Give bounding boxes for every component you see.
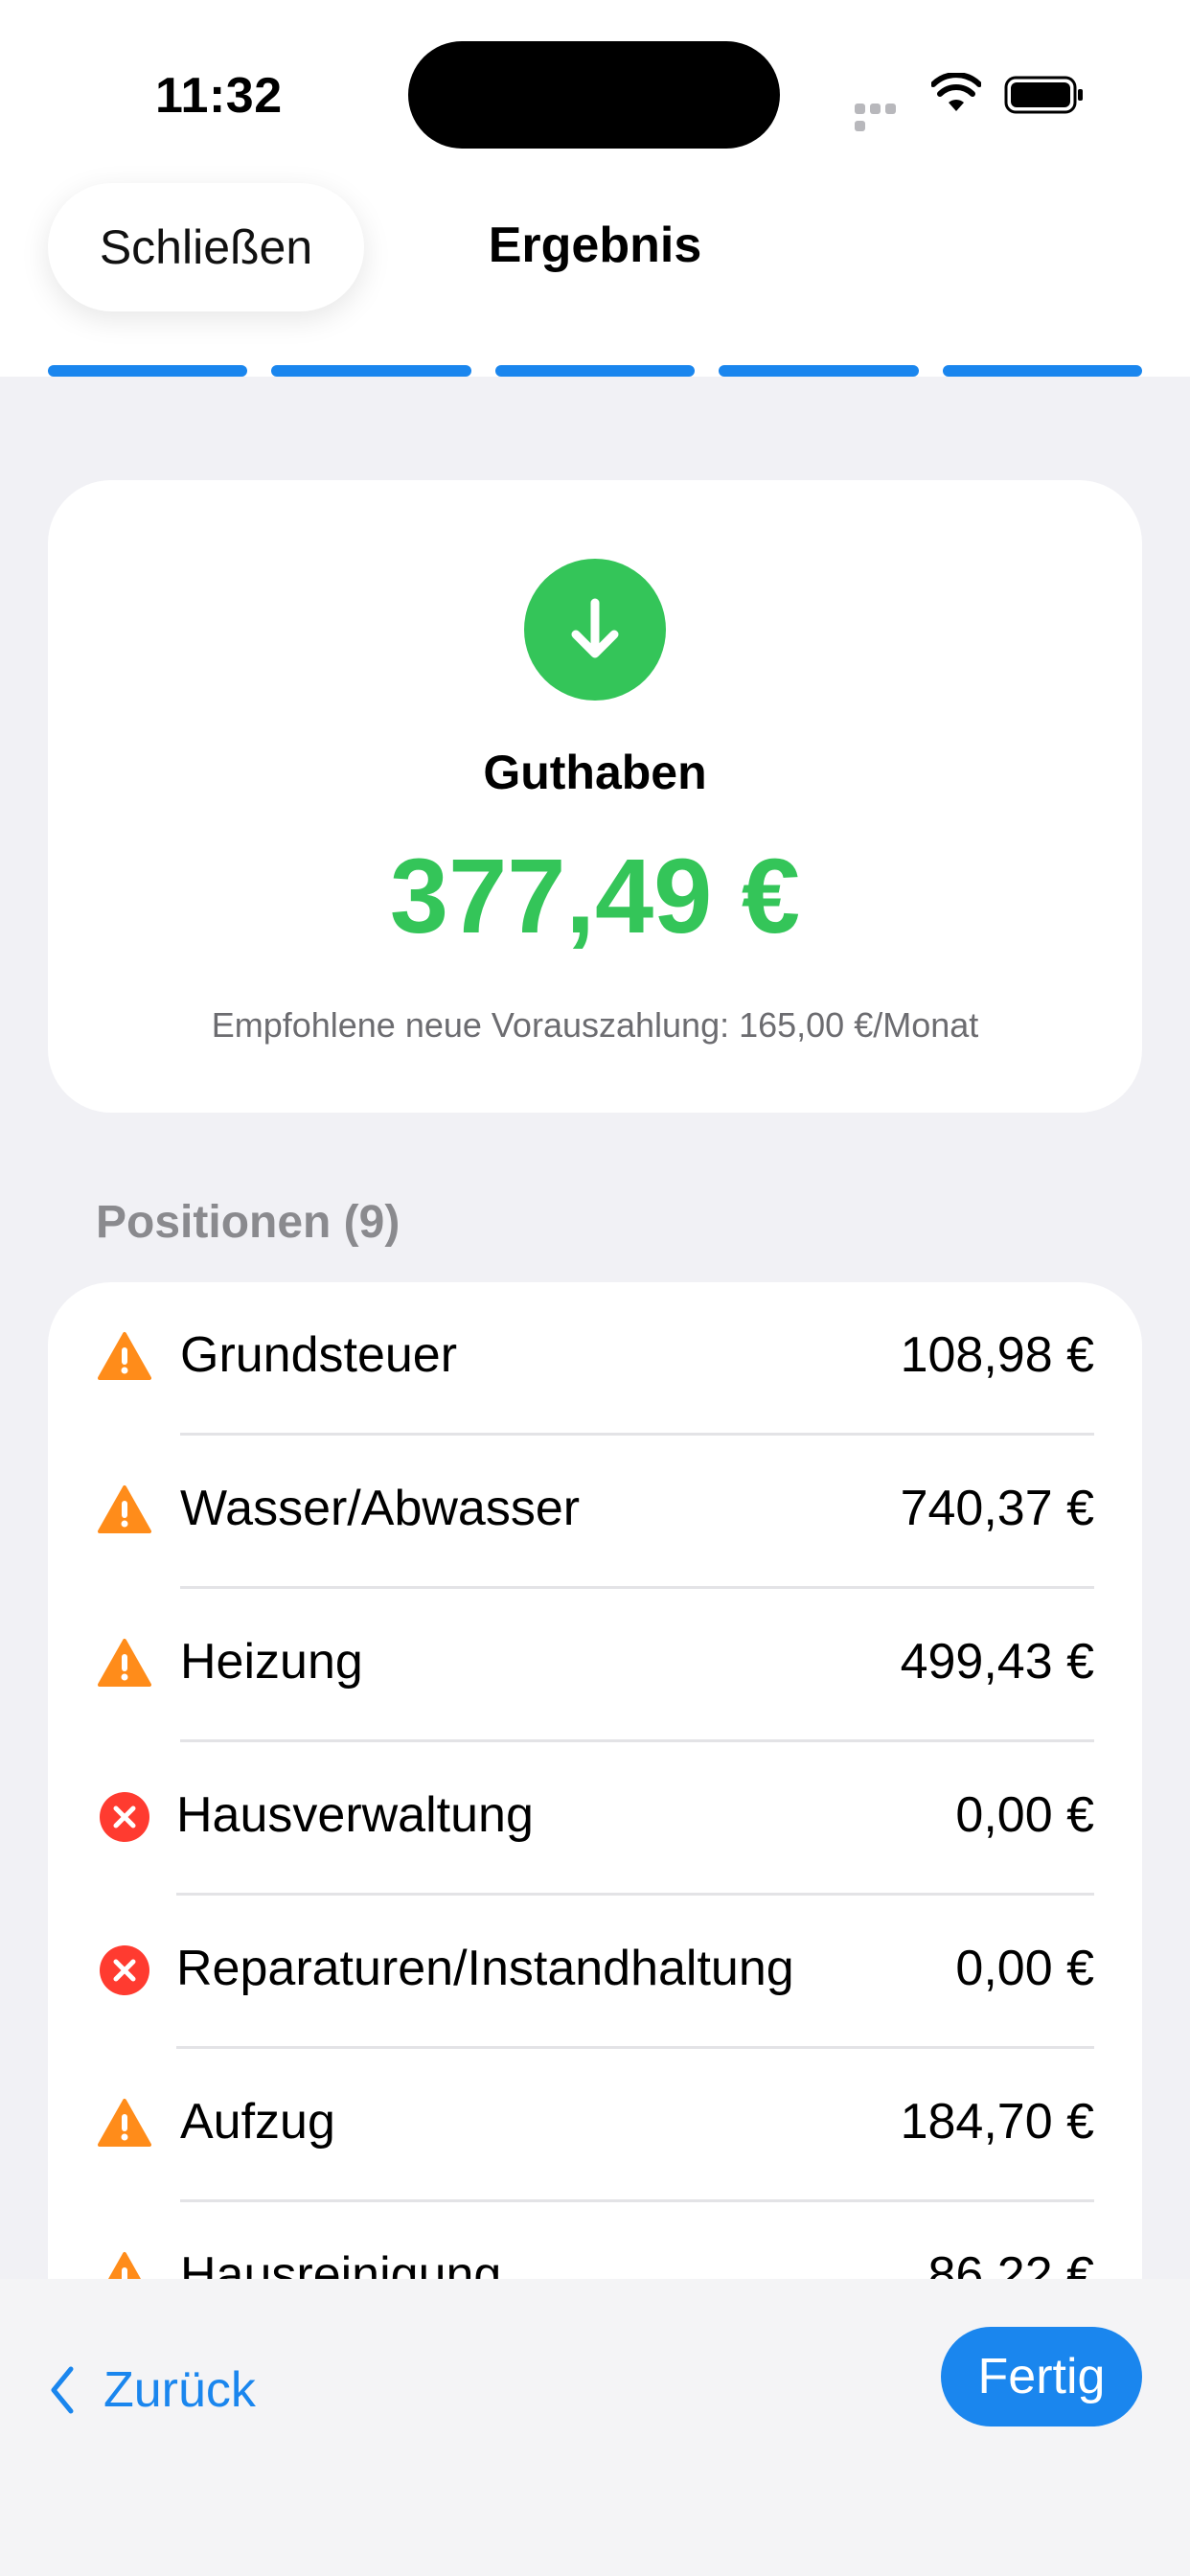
result-label: Guthaben (483, 746, 707, 799)
list-item[interactable]: Grundsteuer 108,98 € (48, 1282, 1142, 1436)
done-button[interactable]: Fertig (941, 2327, 1142, 2426)
position-name: Grundsteuer (180, 1327, 458, 1383)
back-button[interactable]: Zurück (48, 2352, 256, 2428)
progress-step (494, 365, 696, 377)
position-value: 108,98 € (900, 1327, 1094, 1383)
dynamic-island (408, 41, 780, 149)
result-amount: 377,49 € (389, 838, 801, 955)
back-label: Zurück (103, 2362, 256, 2418)
prepayment-hint: Empfohlene neue Vorauszahlung: 165,00 €/… (211, 1005, 979, 1045)
list-item[interactable]: Hausreinigung 86,22 € (48, 2202, 1142, 2279)
warning-icon (98, 2099, 151, 2147)
position-name: Hausverwaltung (176, 1787, 534, 1843)
list-item[interactable]: Reparaturen/Instandhaltung 0,00 € (48, 1896, 1142, 2049)
error-icon (100, 1945, 149, 1995)
arrow-down-icon (571, 598, 619, 658)
battery-icon (1004, 76, 1083, 114)
position-value: 740,37 € (900, 1481, 1094, 1536)
step-progress (48, 365, 1143, 377)
wifi-icon (931, 73, 981, 111)
position-name: Aufzug (180, 2094, 335, 2150)
list-item[interactable]: Aufzug 184,70 € (48, 2049, 1142, 2202)
position-name: Hausreinigung (180, 2247, 502, 2279)
chevron-left-icon (51, 2366, 74, 2414)
position-name: Reparaturen/Instandhaltung (176, 1941, 794, 1996)
progress-step (271, 365, 471, 377)
top-bar: 11:32 Schließen Ergebnis (0, 0, 1190, 377)
list-item[interactable]: Hausverwaltung 0,00 € (48, 1742, 1142, 1896)
result-badge (524, 559, 666, 701)
page-title: Ergebnis (488, 218, 702, 273)
list-item[interactable]: Heizung 499,43 € (48, 1589, 1142, 1742)
position-name: Wasser/Abwasser (180, 1481, 581, 1536)
warning-icon (108, 2252, 141, 2279)
position-value: 0,00 € (955, 1787, 1094, 1843)
position-value: 86,22 € (927, 2247, 1095, 2279)
result-card: Guthaben 377,49 € Empfohlene neue Voraus… (48, 480, 1142, 1113)
cellular-signal-icon (855, 102, 912, 131)
status-time: 11:32 (155, 68, 283, 124)
position-value: 184,70 € (900, 2094, 1094, 2150)
position-name: Heizung (180, 1634, 363, 1690)
list-item[interactable]: Wasser/Abwasser 740,37 € (48, 1436, 1142, 1589)
position-value: 499,43 € (900, 1634, 1094, 1690)
error-icon (100, 1792, 149, 1842)
progress-step (942, 365, 1143, 377)
bottom-toolbar: Zurück Fertig (0, 2279, 1190, 2576)
warning-icon (98, 1639, 151, 1687)
warning-icon (98, 1332, 151, 1380)
positions-list: Grundsteuer 108,98 € Wasser/Abwasser 740… (48, 1282, 1142, 2279)
progress-step (719, 365, 919, 377)
section-title: Positionen (9) (96, 1197, 400, 1248)
progress-step (48, 365, 248, 377)
position-value: 0,00 € (955, 1941, 1094, 1996)
warning-icon (98, 1485, 151, 1533)
